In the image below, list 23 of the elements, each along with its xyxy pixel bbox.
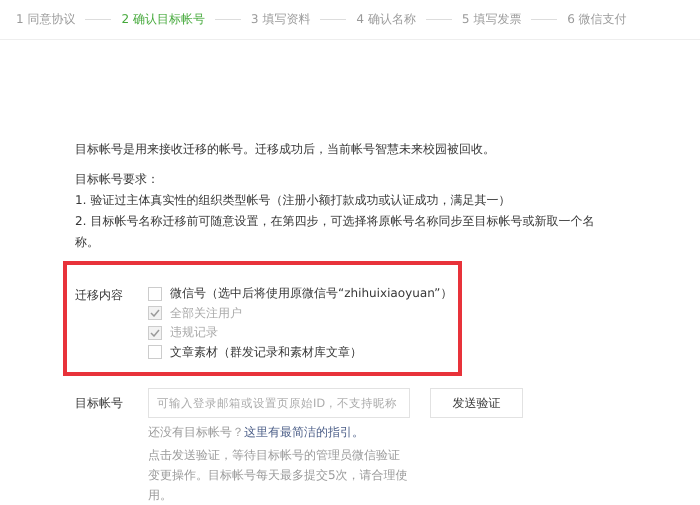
step-label: 3 填写资料 [250, 11, 310, 28]
step-label: 5 填写发票 [462, 11, 522, 28]
option-label: 全部关注用户 [170, 304, 242, 322]
target-label: 目标帐号 [75, 394, 124, 412]
step-label: 2 确认目标帐号 [121, 11, 205, 28]
checkbox[interactable] [148, 286, 162, 301]
requirements-title: 目标帐号要求： [75, 171, 160, 188]
requirement-text: 1. 验证过主体真实性的组织类型帐号（注册小额打款成功或认证成功，满足其一） [75, 192, 512, 209]
send-verify-button[interactable]: 发送验证 [430, 388, 523, 418]
step-label: 6 微信支付 [567, 11, 627, 28]
guide-link[interactable]: 这里有最简洁的指引。 [244, 425, 364, 439]
step-label: 1 同意协议 [16, 11, 76, 28]
target-account-field[interactable]: 可输入登录邮箱或设置页原始ID，不支持昵称 [148, 388, 410, 418]
migrate-label: 迁移内容 [75, 287, 124, 304]
requirement-text: 2. 目标帐号名称迁移前可随意设置，在第四步，可选择将原帐号名称同步至目标帐号或新取一个名称。 [75, 213, 596, 251]
checkbox[interactable] [148, 345, 162, 360]
step-label: 4 确认名称 [356, 11, 416, 28]
option-label: 违规记录 [170, 324, 218, 341]
intro-text: 目标帐号是用来接收迁移的帐号。迁移成功后，当前帐号智慧未来校园被回收。 [75, 141, 496, 158]
option-label: 微信号（选中后将使用原微信号“zhihuixiaoyuan”） [170, 285, 452, 302]
option-label: 文章素材（群发记录和素材库文章） [170, 344, 362, 360]
hint-text: 还没有目标帐号？ [148, 425, 244, 439]
note-text: 点击发送验证，等待目标帐号的管理员微信验证变更操作。目标帐号每天最多提交5次，请合理使用。 [148, 447, 408, 504]
